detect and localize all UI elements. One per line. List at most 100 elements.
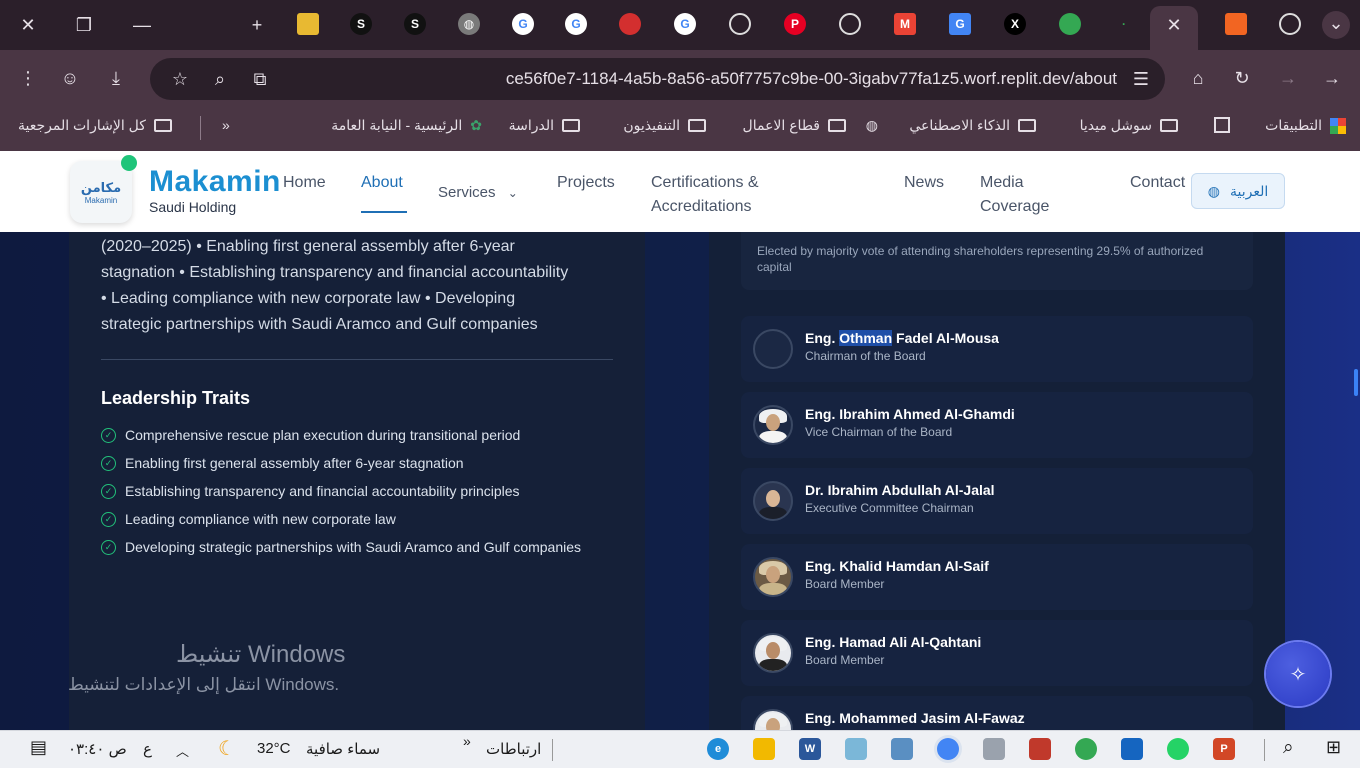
tab-icon-chatgpt-1[interactable] xyxy=(729,13,751,35)
links-toolbar[interactable]: ارتباطات xyxy=(486,740,541,758)
forward-icon[interactable]: → xyxy=(1276,66,1300,90)
reload-icon[interactable]: ↻ xyxy=(1230,66,1254,90)
chat-bot-icon: ✧ xyxy=(1289,663,1307,686)
profile-avatar-icon[interactable]: ☺ xyxy=(58,66,82,90)
board-member-item[interactable]: Eng. Khalid Hamdan Al-Saif Board Member xyxy=(741,544,1253,610)
url-text[interactable]: ce56f0e7-1184-4a5b-8a56-a50f7757c9be-00-… xyxy=(506,69,1117,89)
nav-about[interactable]: About xyxy=(361,171,403,195)
tab-icon-globe[interactable]: ◍ xyxy=(458,13,480,35)
clock[interactable]: ۰۳:٤۰ ص xyxy=(68,740,127,758)
nav-news[interactable]: News xyxy=(904,171,944,195)
bookmark-all[interactable]: كل الإشارات المرجعية xyxy=(18,117,172,134)
home-icon[interactable]: ⌂ xyxy=(1186,66,1210,90)
trait-text: Leading compliance with new corporate la… xyxy=(125,511,396,527)
bookmark-social[interactable]: سوشل ميديا xyxy=(1080,117,1178,134)
translate-icon[interactable]: ⧉ xyxy=(248,67,272,91)
links-expand-icon[interactable]: » xyxy=(463,733,471,749)
tab-icon-app[interactable] xyxy=(619,13,641,35)
search-icon[interactable]: ⌕ xyxy=(1283,737,1294,759)
bookmark-globe[interactable]: ◍ xyxy=(866,117,878,134)
download-icon[interactable]: ⤓ xyxy=(104,66,128,90)
tab-icon-pinterest[interactable]: P xyxy=(784,13,806,35)
nav-cert-line2: Accreditations xyxy=(651,198,752,215)
powerpoint-icon[interactable]: P xyxy=(1213,738,1235,760)
nav-services[interactable]: Services ⌄ xyxy=(438,181,518,205)
board-member-item[interactable]: Eng. Hamad Ali Al-Qahtani Board Member xyxy=(741,620,1253,686)
weather-temperature[interactable]: 32°C xyxy=(257,740,291,757)
nav-media-coverage[interactable]: Media Coverage xyxy=(980,171,1049,219)
word-icon[interactable]: W xyxy=(799,738,821,760)
weather-condition[interactable]: سماء صافية xyxy=(306,740,380,758)
close-window-icon[interactable]: ✕ xyxy=(16,13,40,37)
tab-icon-maps[interactable] xyxy=(1059,13,1081,35)
nav-home[interactable]: Home xyxy=(283,171,326,195)
minimize-window-icon[interactable]: — xyxy=(130,13,154,37)
tab-icon-replit-1[interactable]: S xyxy=(350,13,372,35)
nav-contact[interactable]: Contact xyxy=(1130,171,1185,195)
folder-icon xyxy=(828,119,846,132)
brand-name[interactable]: Makamin xyxy=(149,165,281,199)
tab-icon-studyhub[interactable] xyxy=(297,13,319,35)
new-tab-icon[interactable]: + xyxy=(245,13,269,37)
tray-chevron-icon[interactable]: ︿ xyxy=(176,741,189,760)
bookmark-label: التنفيذيون xyxy=(623,117,680,133)
tab-icon-x[interactable]: X xyxy=(1004,13,1026,35)
check-circle-icon: ✓ xyxy=(101,483,116,499)
tab-icon-dot[interactable]: · xyxy=(1113,13,1135,35)
tab-icon-google-2[interactable]: G xyxy=(565,13,587,35)
board-member-item[interactable]: Eng. Mohammed Jasim Al-Fawaz xyxy=(741,696,1253,730)
board-member-item[interactable]: Eng. Ibrahim Ahmed Al-Ghamdi Vice Chairm… xyxy=(741,392,1253,458)
menu-dots-icon[interactable]: ⋮ xyxy=(16,66,40,90)
app-icon-5[interactable] xyxy=(1121,738,1143,760)
bookmark-executives[interactable]: التنفيذيون xyxy=(623,117,706,134)
check-circle-icon: ✓ xyxy=(101,455,116,471)
back-icon[interactable]: → xyxy=(1320,66,1344,90)
app-icon-1[interactable] xyxy=(845,738,867,760)
nav-projects[interactable]: Projects xyxy=(557,171,615,195)
bookmark-prosecution[interactable]: الرئيسية - النيابة العامة ✿ xyxy=(331,117,482,134)
more-bookmarks[interactable]: » xyxy=(222,117,230,133)
zoom-icon[interactable]: ⌕ xyxy=(208,67,232,91)
bookmark-study[interactable]: الدراسة xyxy=(509,117,580,134)
page-scrollbar[interactable] xyxy=(1354,369,1358,396)
tab-icon-replit-2[interactable]: S xyxy=(404,13,426,35)
app-icon-2[interactable] xyxy=(891,738,913,760)
tab-icon-office[interactable] xyxy=(1225,13,1247,35)
app-icon-3[interactable] xyxy=(983,738,1005,760)
edge-icon[interactable]: e xyxy=(707,738,729,760)
restore-window-icon[interactable]: ❐ xyxy=(72,13,96,37)
nav-media-line1: Media xyxy=(980,174,1024,191)
close-tab-icon[interactable]: ✕ xyxy=(1162,13,1186,37)
tab-search-chevron-icon[interactable]: ⌄ xyxy=(1322,11,1350,39)
bookmark-apps[interactable]: التطبيقات xyxy=(1265,117,1346,134)
whatsapp-icon[interactable] xyxy=(1167,738,1189,760)
app-icon-4[interactable] xyxy=(1029,738,1051,760)
tab-icon-chatgpt-2[interactable] xyxy=(839,13,861,35)
windows-start-icon[interactable]: ⊞ xyxy=(1326,737,1341,758)
chrome-icon[interactable] xyxy=(1075,738,1097,760)
company-logo[interactable]: مكامن Makamin xyxy=(70,161,132,223)
bookmark-divider xyxy=(200,116,201,140)
chrome-active-icon[interactable] xyxy=(937,738,959,760)
tab-icon-gmail[interactable]: M xyxy=(894,13,916,35)
bookmark-ai[interactable]: الذكاء الاصطناعي xyxy=(909,117,1036,134)
board-member-item[interactable]: Eng. Othman Fadel Al-Mousa Chairman of t… xyxy=(741,316,1253,382)
tab-icon-google-3[interactable]: G xyxy=(674,13,696,35)
tab-icon-translate[interactable]: G xyxy=(949,13,971,35)
file-explorer-icon[interactable] xyxy=(753,738,775,760)
site-settings-icon[interactable]: ☰ xyxy=(1129,67,1153,91)
tab-icon-chatgpt-3[interactable] xyxy=(1279,13,1301,35)
language-toggle-button[interactable]: ◍ العربية xyxy=(1191,173,1285,209)
nav-certifications[interactable]: Certifications & Accreditations xyxy=(651,171,759,219)
input-language[interactable]: ع xyxy=(143,740,152,758)
tab-icon-google-1[interactable]: G xyxy=(512,13,534,35)
avatar xyxy=(753,709,793,730)
bookmarks-bar: التطبيقات سوشل ميديا الذكاء الاصطناعي ◍ … xyxy=(0,106,1360,151)
bookmark-star-icon[interactable]: ☆ xyxy=(168,67,192,91)
chat-assistant-button[interactable]: ✧ xyxy=(1266,642,1330,706)
board-member-item[interactable]: Dr. Ibrahim Abdullah Al-Jalal Executive … xyxy=(741,468,1253,534)
notifications-icon[interactable]: ▤ xyxy=(30,737,47,758)
url-bar[interactable]: ☆ ⌕ ⧉ ce56f0e7-1184-4a5b-8a56-a50f7757c9… xyxy=(150,58,1165,100)
bookmark-business[interactable]: قطاع الاعمال xyxy=(743,117,846,134)
bookmark-grid[interactable] xyxy=(1214,117,1230,133)
